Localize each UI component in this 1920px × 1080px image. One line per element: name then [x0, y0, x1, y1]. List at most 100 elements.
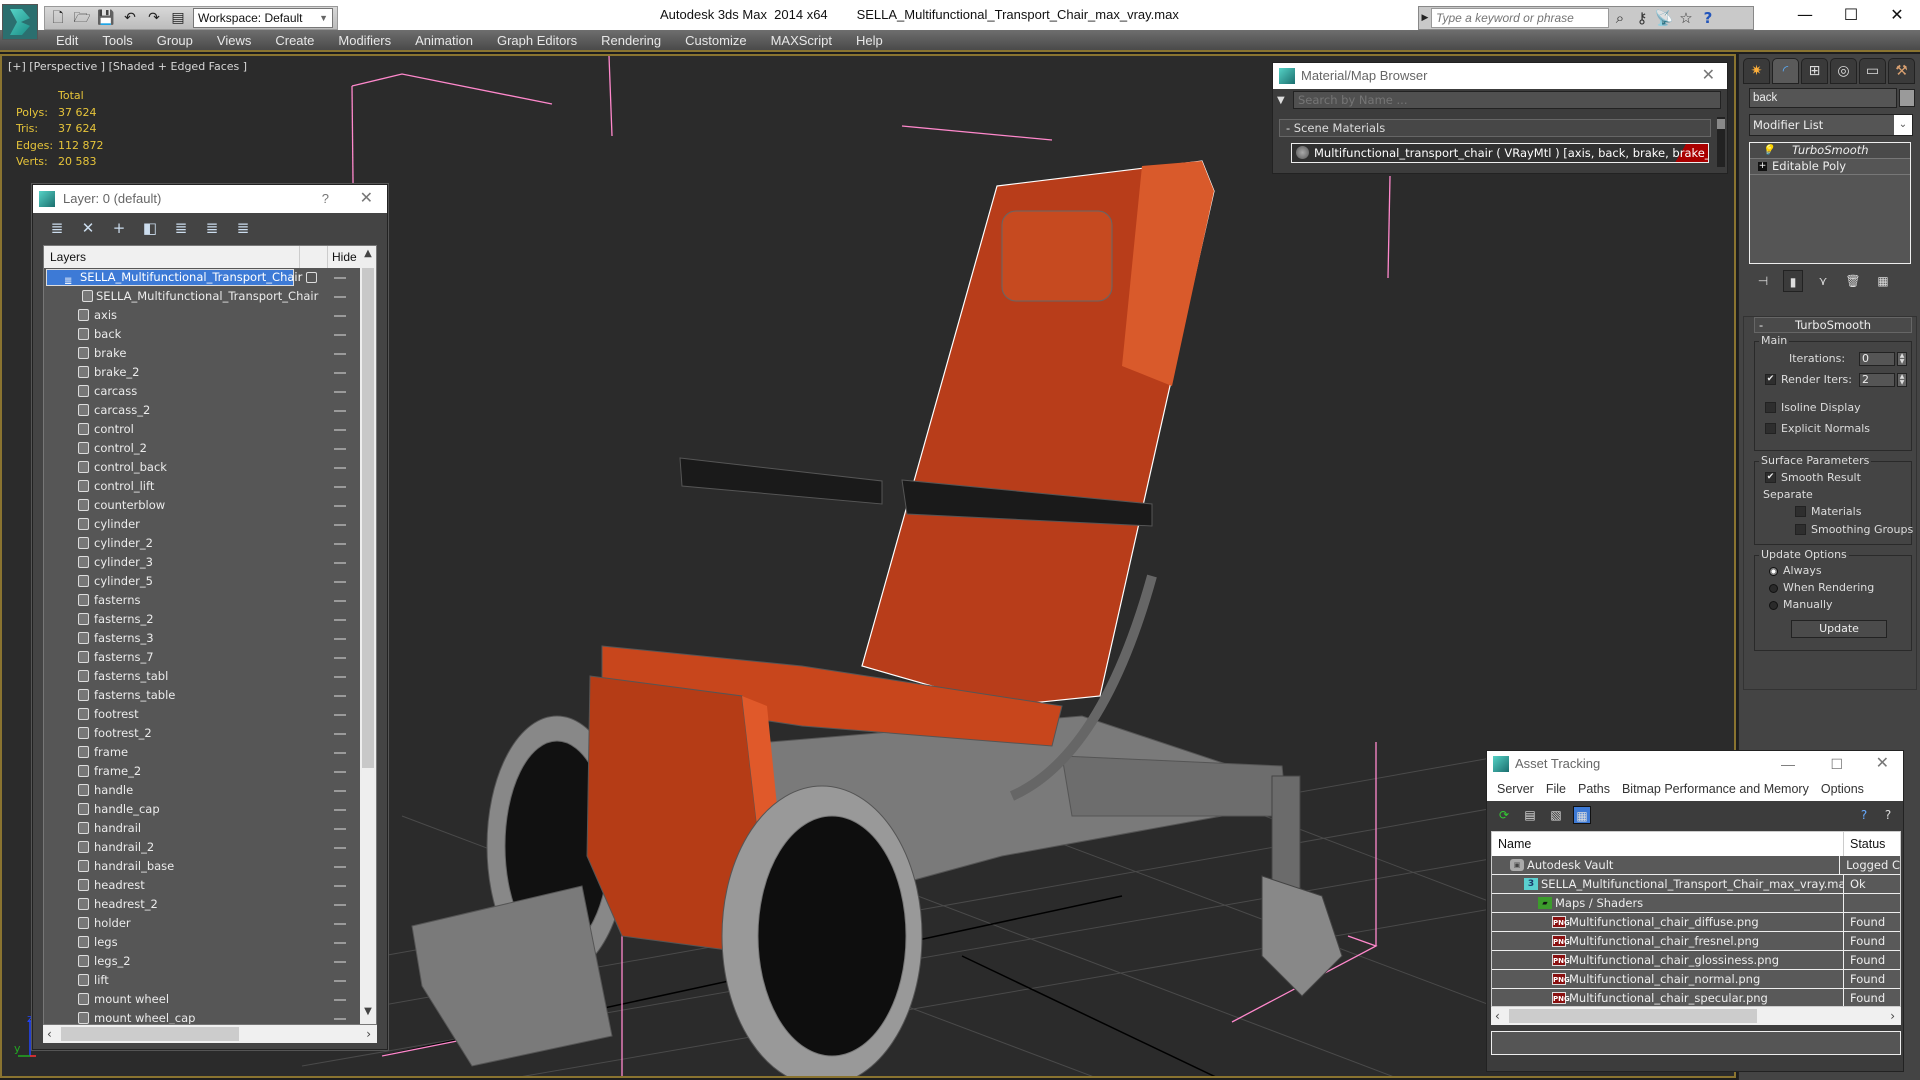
material-item[interactable]: Multifunctional_transport_chair ( VRayMt…: [1291, 143, 1709, 163]
layer-object-row[interactable]: handrail_2: [44, 838, 360, 857]
layer-object-row[interactable]: counterblow: [44, 496, 360, 515]
vault-settings-icon[interactable]: ?: [1879, 806, 1897, 824]
hide-toggle[interactable]: [334, 296, 346, 298]
select-layer-icon[interactable]: ≣: [171, 218, 191, 238]
asset-row[interactable]: PNG Multifunctional_chair_normal.png Found: [1492, 970, 1900, 989]
layer-object-row[interactable]: cylinder_2: [44, 534, 360, 553]
scroll-left-icon[interactable]: ‹: [1495, 1007, 1500, 1025]
radio-always[interactable]: [1769, 567, 1778, 576]
current-layer-checkbox[interactable]: [306, 272, 317, 283]
turbosmooth-rollout-header[interactable]: - TurboSmooth: [1754, 317, 1912, 333]
hide-toggle[interactable]: [334, 790, 346, 792]
project-folder-icon[interactable]: ▤: [169, 9, 187, 27]
layer-object-row[interactable]: fasterns: [44, 591, 360, 610]
radio-manually[interactable]: [1769, 601, 1778, 610]
layer-object-row[interactable]: headrest: [44, 876, 360, 895]
select-objects-icon[interactable]: ◧: [140, 218, 160, 238]
asset-row[interactable]: ▰ Maps / Shaders: [1492, 894, 1900, 913]
layer-object-row[interactable]: headrest_2: [44, 895, 360, 914]
star-icon[interactable]: ☆: [1675, 9, 1697, 27]
asset-path-field[interactable]: [1491, 1031, 1901, 1055]
expand-icon[interactable]: +: [1758, 162, 1767, 171]
hide-toggle[interactable]: [334, 695, 346, 697]
motion-tab-icon[interactable]: ◎: [1830, 58, 1857, 84]
asset-row[interactable]: PNG Multifunctional_chair_diffuse.png Foun…: [1492, 913, 1900, 932]
layer-object-row[interactable]: fasterns_tabl: [44, 667, 360, 686]
layer-object-row[interactable]: frame: [44, 743, 360, 762]
asset-row[interactable]: 3 SELLA_Multifunctional_Transport_Chair_m…: [1492, 875, 1900, 894]
modify-tab-icon[interactable]: ◜: [1772, 58, 1799, 84]
close-button[interactable]: ✕: [1874, 0, 1920, 30]
minimize-button[interactable]: —: [1781, 751, 1795, 777]
layer-object-row[interactable]: footrest_2: [44, 724, 360, 743]
iterations-spinner[interactable]: 0: [1859, 352, 1895, 366]
layer-object-row[interactable]: legs: [44, 933, 360, 952]
hierarchy-tab-icon[interactable]: ⊞: [1801, 58, 1828, 84]
maximize-button[interactable]: ☐: [1828, 0, 1874, 30]
menu-tools[interactable]: Tools: [90, 30, 144, 50]
vertical-scrollbar[interactable]: [1717, 117, 1725, 167]
explicit-normals-checkbox[interactable]: [1765, 423, 1776, 434]
hide-toggle[interactable]: [334, 980, 346, 982]
layer-object-row[interactable]: fasterns_table: [44, 686, 360, 705]
redo-icon[interactable]: ↷: [145, 9, 163, 27]
close-button[interactable]: ✕: [1702, 63, 1715, 89]
highlight-layer-icon[interactable]: ≣: [202, 218, 222, 238]
layer-object-row[interactable]: handle_cap: [44, 800, 360, 819]
hide-toggle[interactable]: [334, 942, 346, 944]
hide-toggle[interactable]: [334, 581, 346, 583]
menu-server[interactable]: Server: [1491, 777, 1540, 801]
configure-sets-icon[interactable]: ▦: [1873, 270, 1893, 292]
utilities-tab-icon[interactable]: ⚒: [1888, 58, 1915, 84]
hide-toggle[interactable]: [334, 733, 346, 735]
close-button[interactable]: ✕: [1876, 751, 1889, 777]
close-button[interactable]: ✕: [360, 185, 373, 213]
hide-toggle[interactable]: [334, 771, 346, 773]
add-to-layer-icon[interactable]: +: [109, 218, 129, 238]
layer-object-row[interactable]: SELLA_Multifunctional_Transport_Chair: [44, 287, 360, 306]
scroll-left-icon[interactable]: ‹: [47, 1025, 52, 1043]
vertical-scrollbar[interactable]: ▲ ▼: [360, 246, 376, 1024]
layer-object-row[interactable]: back: [44, 325, 360, 344]
keyword-search-input[interactable]: [1431, 8, 1609, 28]
scroll-right-icon[interactable]: ›: [366, 1025, 371, 1043]
menu-rendering[interactable]: Rendering: [589, 30, 673, 50]
satellite-icon[interactable]: 📡: [1653, 9, 1675, 27]
make-unique-icon[interactable]: ⋎: [1813, 270, 1833, 292]
scroll-thumb[interactable]: [1717, 119, 1725, 129]
layer-object-row[interactable]: cylinder_3: [44, 553, 360, 572]
help-icon[interactable]: ?: [1697, 9, 1719, 27]
isoline-display-checkbox[interactable]: [1765, 402, 1776, 413]
list-view-icon[interactable]: ▤: [1521, 806, 1539, 824]
scroll-thumb[interactable]: [1509, 1009, 1757, 1023]
hide-toggle[interactable]: [334, 809, 346, 811]
layer-object-row[interactable]: handle: [44, 781, 360, 800]
menu-help[interactable]: Help: [844, 30, 895, 50]
asset-row[interactable]: PNG Multifunctional_chair_fresnel.png Foun…: [1492, 932, 1900, 951]
layer-object-row[interactable]: axis: [44, 306, 360, 325]
menu-paths[interactable]: Paths: [1572, 777, 1616, 801]
hide-toggle[interactable]: [334, 277, 346, 279]
menu-options[interactable]: Options: [1815, 777, 1870, 801]
hide-toggle[interactable]: [334, 638, 346, 640]
modifier-list-dropdown[interactable]: Modifier List ⌄: [1749, 114, 1913, 136]
options-menu-icon[interactable]: ▼: [1277, 95, 1293, 106]
layer-object-row[interactable]: holder: [44, 914, 360, 933]
hide-toggle[interactable]: [334, 505, 346, 507]
hide-toggle[interactable]: [334, 828, 346, 830]
expand-search-icon[interactable]: ▶: [1419, 13, 1431, 23]
hide-toggle[interactable]: [334, 600, 346, 602]
layer-object-row[interactable]: fasterns_7: [44, 648, 360, 667]
layer-object-row[interactable]: cylinder: [44, 515, 360, 534]
hide-toggle[interactable]: [334, 486, 346, 488]
scroll-thumb[interactable]: [362, 268, 374, 768]
material-search-input[interactable]: [1293, 91, 1721, 109]
collapse-icon[interactable]: -: [1759, 318, 1763, 332]
menu-graph-editors[interactable]: Graph Editors: [485, 30, 589, 50]
hide-toggle[interactable]: [334, 315, 346, 317]
layer-object-row[interactable]: carcass_2: [44, 401, 360, 420]
layer-object-row[interactable]: brake: [44, 344, 360, 363]
hide-toggle[interactable]: [334, 657, 346, 659]
vault-help-icon[interactable]: ?: [1855, 806, 1873, 824]
maximize-button[interactable]: ☐: [1830, 751, 1843, 777]
